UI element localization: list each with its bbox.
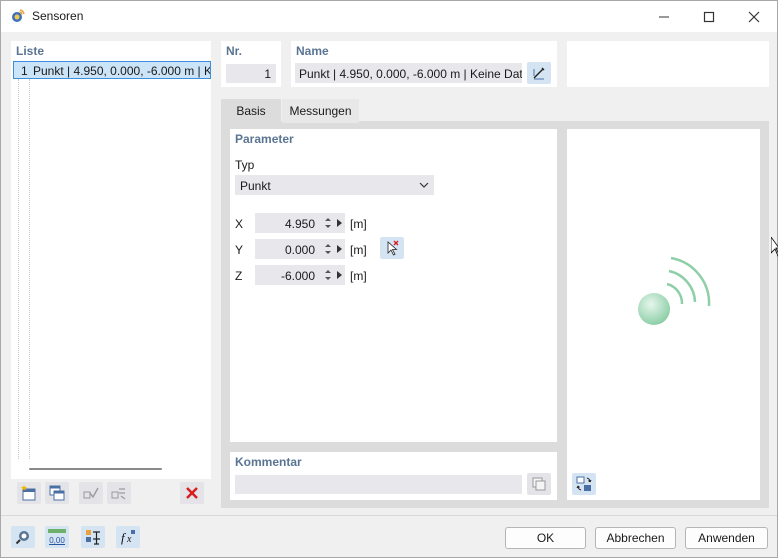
nr-label: Nr. — [226, 44, 243, 58]
apply-button[interactable]: Anwenden — [685, 527, 768, 549]
comment-title: Kommentar — [235, 455, 302, 469]
cancel-button[interactable]: Abbrechen — [595, 527, 676, 549]
y-value: 0.000 — [284, 243, 315, 257]
svg-text:0,00: 0,00 — [49, 536, 65, 545]
check-all-icon — [83, 487, 99, 499]
x-value: 4.950 — [284, 217, 315, 231]
copy-sensor-icon — [49, 485, 65, 501]
name-label: Name — [296, 44, 329, 58]
nr-field[interactable]: 1 — [226, 64, 276, 83]
comment-panel: Kommentar — [230, 452, 557, 500]
maximize-button[interactable] — [686, 1, 732, 32]
ok-button-label: OK — [536, 531, 555, 545]
x-unit: [m] — [350, 217, 367, 231]
name-value: Punkt | 4.950, 0.000, -6.000 m | Keine D… — [299, 67, 522, 81]
svg-text:x: x — [126, 534, 132, 545]
z-value: -6.000 — [280, 269, 315, 283]
tab-messungen[interactable]: Messungen — [282, 99, 359, 123]
z-input[interactable]: -6.000 — [255, 265, 345, 285]
spin-updown-icon[interactable] — [325, 242, 331, 256]
nr-value: 1 — [264, 67, 271, 81]
name-panel: Name Punkt | 4.950, 0.000, -6.000 m | Ke… — [291, 41, 557, 87]
x-input[interactable]: 4.950 — [255, 213, 345, 233]
spin-updown-icon[interactable] — [325, 268, 331, 282]
copy-comment-button[interactable] — [527, 473, 551, 495]
tab-basis-label: Basis — [236, 104, 266, 118]
list-item-number: 1 — [21, 64, 28, 78]
search-icon — [15, 531, 29, 545]
search-button[interactable] — [11, 526, 35, 548]
swap-view-icon — [576, 476, 592, 491]
footer-divider — [1, 515, 777, 516]
minimize-button[interactable] — [641, 1, 687, 32]
copy-comment-icon — [532, 477, 546, 491]
units-button[interactable]: 0,00 — [45, 526, 69, 548]
type-label: Typ — [235, 158, 255, 172]
units-icon: 0,00 — [48, 529, 66, 545]
pick-point-icon — [387, 240, 399, 256]
preview-panel — [567, 129, 760, 500]
window-title: Sensoren — [32, 9, 84, 23]
uncheck-all-button[interactable] — [107, 482, 131, 504]
tab-messungen-label: Messungen — [289, 104, 352, 118]
uncheck-all-icon — [111, 488, 126, 500]
tab-basis[interactable]: Basis — [221, 99, 281, 123]
close-icon — [748, 11, 760, 22]
list-toolbar — [11, 479, 211, 507]
z-unit: [m] — [350, 269, 367, 283]
z-label: Z — [235, 269, 243, 283]
x-label: X — [235, 217, 244, 231]
mouse-cursor-icon — [771, 237, 778, 257]
tree-guide-line — [18, 79, 19, 459]
model-icon — [86, 530, 100, 545]
new-sensor-icon — [21, 485, 36, 501]
spin-right-icon[interactable] — [337, 271, 342, 279]
y-input[interactable]: 0.000 — [255, 239, 345, 259]
ok-button[interactable]: OK — [505, 527, 586, 549]
close-button[interactable] — [731, 1, 777, 32]
delete-button[interactable] — [180, 482, 204, 504]
minimize-icon — [659, 16, 669, 17]
parameter-panel: Parameter Typ Punkt X 4.950 [m] Y 0.000 … — [230, 129, 557, 442]
check-all-button[interactable] — [79, 482, 103, 504]
formula-button[interactable]: fx — [116, 526, 140, 548]
list-panel: Liste 1 Punkt | 4.950, 0.000, -6.000 m |… — [11, 41, 211, 506]
list-item[interactable]: 1 Punkt | 4.950, 0.000, -6.000 m | Keine… — [13, 61, 211, 79]
type-select[interactable]: Punkt — [235, 175, 434, 195]
title-bar: Sensoren — [1, 1, 777, 32]
type-value: Punkt — [240, 179, 271, 193]
copy-sensor-button[interactable] — [45, 482, 69, 504]
spin-right-icon[interactable] — [337, 245, 342, 253]
apply-button-label: Anwenden — [698, 531, 755, 545]
edit-name-icon — [533, 67, 545, 80]
model-button[interactable] — [81, 526, 105, 548]
chevron-down-icon — [419, 182, 429, 188]
comment-input[interactable] — [235, 475, 522, 494]
info-panel — [567, 41, 769, 87]
maximize-icon — [703, 11, 715, 22]
cancel-button-label: Abbrechen — [606, 531, 665, 545]
new-sensor-button[interactable] — [17, 482, 41, 504]
horizontal-scrollbar[interactable] — [29, 468, 162, 470]
nr-panel: Nr. 1 — [221, 41, 281, 87]
y-unit: [m] — [350, 243, 367, 257]
y-label: Y — [235, 243, 244, 257]
sensoren-dialog: Sensoren Liste 1 Punkt | 4.950, 0.000, -… — [0, 0, 778, 558]
edit-name-button[interactable] — [527, 62, 551, 84]
formula-icon: fx — [121, 530, 135, 545]
delete-icon — [186, 487, 198, 499]
tree-guide-line — [29, 79, 30, 459]
list-title: Liste — [16, 44, 45, 58]
spin-updown-icon[interactable] — [325, 216, 331, 230]
parameter-title: Parameter — [235, 132, 294, 146]
spin-right-icon[interactable] — [337, 219, 342, 227]
sensor-app-icon — [10, 8, 26, 24]
pick-point-button[interactable] — [380, 237, 404, 259]
swap-view-button[interactable] — [572, 473, 596, 495]
sensor-signal-icon — [638, 256, 711, 325]
name-field[interactable]: Punkt | 4.950, 0.000, -6.000 m | Keine D… — [295, 63, 522, 83]
list-item-label: Punkt | 4.950, 0.000, -6.000 m | Keine D… — [33, 64, 210, 78]
